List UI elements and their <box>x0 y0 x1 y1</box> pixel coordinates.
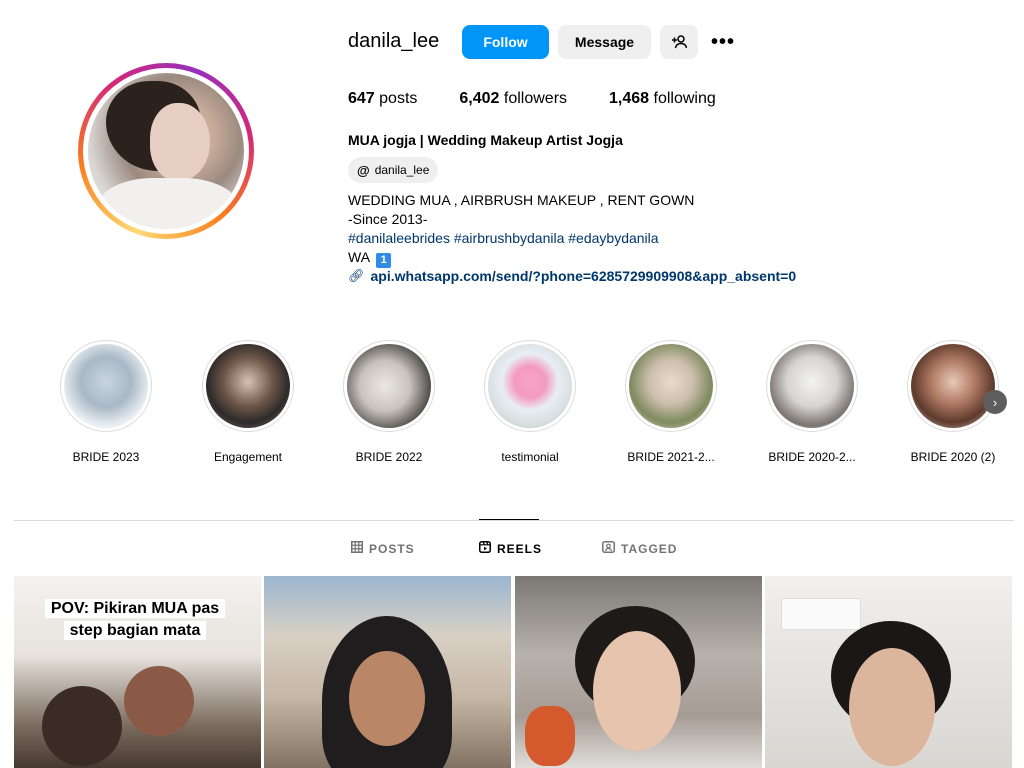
active-tab-indicator <box>479 519 539 520</box>
message-button[interactable]: Message <box>558 25 651 59</box>
reels-icon <box>479 541 491 556</box>
threads-handle: danila_lee <box>374 163 430 177</box>
story-highlight[interactable]: BRIDE 2021-2... <box>624 340 718 464</box>
profile-link[interactable]: 🔗︎ api.whatsapp.com/send/?phone=62857299… <box>348 268 796 284</box>
story-highlight[interactable]: Engagement <box>201 340 295 464</box>
bio-wa-line: WA 1 <box>348 248 694 268</box>
profile-bio: WEDDING MUA , AIRBRUSH MAKEUP , RENT GOW… <box>348 191 694 268</box>
chevron-right-icon[interactable]: › <box>983 390 1007 414</box>
highlight-label: Engagement <box>213 450 283 464</box>
posts-count: 647 posts <box>348 90 418 107</box>
follow-button[interactable]: Follow <box>462 25 549 59</box>
reel-thumbnail[interactable] <box>264 576 511 768</box>
avatar-image <box>88 73 244 229</box>
tabs-divider <box>14 520 1014 521</box>
story-highlight[interactable]: testimonial <box>483 340 577 464</box>
highlight-label: BRIDE 2021-2... <box>627 450 715 464</box>
profile-username: danila_lee <box>348 30 440 52</box>
person-plus-icon <box>672 35 687 49</box>
reel-thumbnail[interactable] <box>515 576 762 768</box>
tagged-icon <box>602 541 615 556</box>
reel-caption: POV: Pikiran MUA pas step bagian mata <box>22 598 248 642</box>
add-user-icon[interactable] <box>660 25 698 59</box>
story-highlight[interactable]: BRIDE 2020-2... <box>765 340 859 464</box>
story-highlight[interactable]: BRIDE 2022 <box>342 340 436 464</box>
profile-stats: 647 posts 6,402 followers 1,468 followin… <box>348 90 758 108</box>
grid-icon <box>351 541 363 556</box>
more-options-button[interactable]: ••• <box>706 25 740 59</box>
highlight-label: BRIDE 2020-2... <box>768 450 856 464</box>
number-one-icon: 1 <box>376 253 392 268</box>
bio-line: -Since 2013- <box>348 211 428 227</box>
tab-posts[interactable]: POSTS <box>351 541 415 556</box>
bio-hashtags[interactable]: #danilaleebrides #airbrushbydanila #eday… <box>348 229 694 248</box>
highlight-label: BRIDE 2020 (2) <box>910 450 996 464</box>
profile-avatar[interactable] <box>78 63 254 239</box>
profile-full-name: MUA jogja | Wedding Makeup Artist Jogja <box>348 132 623 148</box>
bio-line: WEDDING MUA , AIRBRUSH MAKEUP , RENT GOW… <box>348 192 695 208</box>
link-icon: 🔗︎ <box>348 268 365 283</box>
reel-thumbnail[interactable] <box>765 576 1012 768</box>
story-highlight[interactable]: BRIDE 2023 <box>59 340 153 464</box>
profile-link-text[interactable]: api.whatsapp.com/send/?phone=62857299099… <box>371 268 797 284</box>
tab-tagged[interactable]: TAGGED <box>602 541 677 556</box>
threads-badge[interactable]: @ danila_lee <box>348 157 439 183</box>
reel-thumbnail[interactable]: POV: Pikiran MUA pas step bagian mata <box>14 576 261 768</box>
threads-icon: @ <box>357 162 370 178</box>
highlight-label: BRIDE 2022 <box>355 450 423 464</box>
following-link[interactable]: 1,468 following <box>609 90 716 108</box>
highlight-label: BRIDE 2023 <box>72 450 140 464</box>
followers-link[interactable]: 6,402 followers <box>459 90 567 108</box>
tab-reels[interactable]: REELS <box>479 541 542 556</box>
highlight-label: testimonial <box>501 450 559 464</box>
